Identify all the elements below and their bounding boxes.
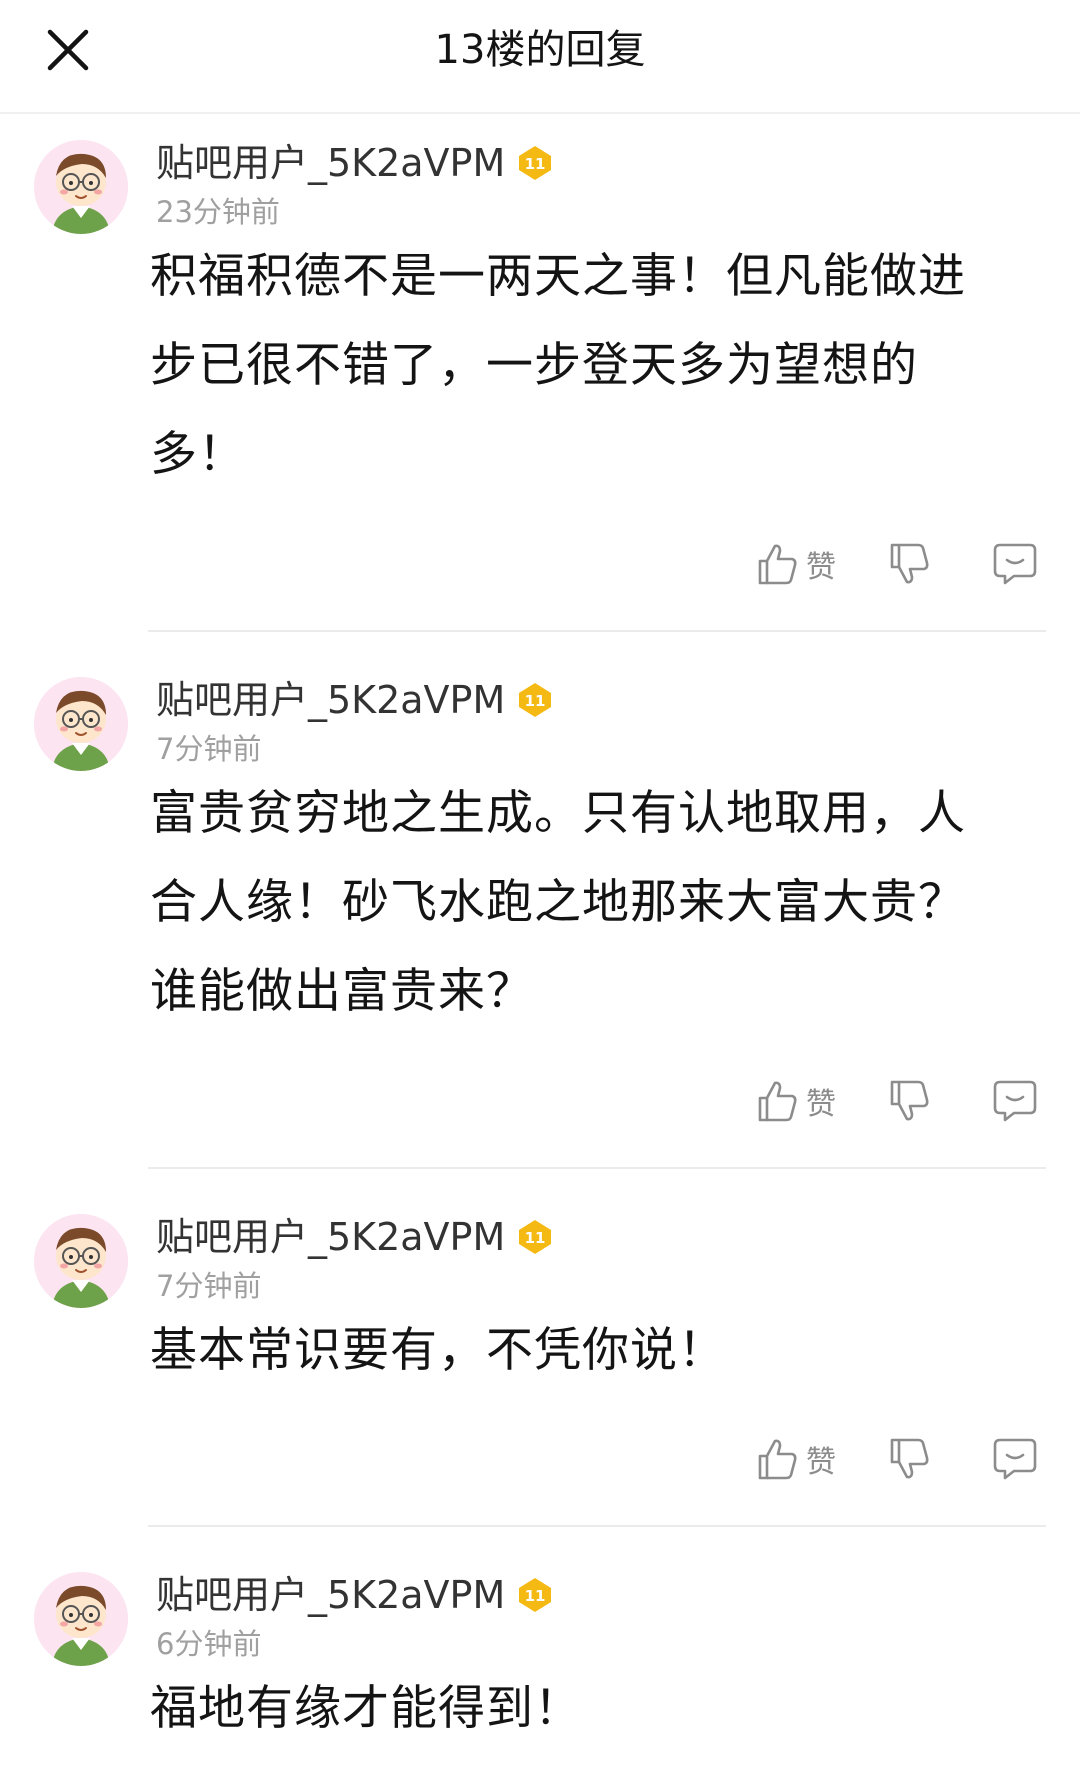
reply-item: 贴吧用户_5K2aVPM 11 6分钟前 福地有缘才能得到！	[0, 1527, 1080, 1780]
post-time: 7分钟前	[156, 1269, 262, 1303]
thumbs-down-icon	[890, 1438, 929, 1479]
avatar-cartoon-icon	[34, 1214, 128, 1308]
reply-button[interactable]	[992, 1436, 1038, 1482]
reply-content: 福地有缘才能得到！	[150, 1664, 1030, 1753]
comment-bubble-icon	[993, 1438, 1037, 1480]
reply-item: 贴吧用户_5K2aVPM 11 7分钟前 基本常识要有，不凭你说！ 赞	[0, 1169, 1080, 1527]
thumbs-up-icon	[758, 544, 797, 585]
post-time: 6分钟前	[156, 1627, 262, 1661]
content-line: 步已很不错了，一步登天多为望想的	[150, 338, 918, 393]
reply-button[interactable]	[992, 1078, 1038, 1124]
content-line: 基本常识要有，不凭你说！	[150, 1323, 726, 1378]
dislike-button[interactable]	[888, 1436, 932, 1482]
thumbs-down-icon	[890, 543, 929, 584]
username[interactable]: 贴吧用户_5K2aVPM	[156, 1212, 505, 1262]
avatar-cartoon-icon	[34, 677, 128, 771]
like-button[interactable]: 赞	[756, 1436, 836, 1482]
like-label: 赞	[806, 1445, 836, 1480]
thumbs-up-icon	[758, 1081, 797, 1122]
user-info: 贴吧用户_5K2aVPM 11	[156, 1570, 555, 1620]
level-badge-icon: 11	[519, 1578, 552, 1612]
like-button[interactable]: 赞	[756, 1078, 836, 1124]
reply-actions: 赞	[756, 1073, 1038, 1129]
content-line: 福地有缘才能得到！	[150, 1681, 582, 1736]
username[interactable]: 贴吧用户_5K2aVPM	[156, 1570, 505, 1620]
content-line: 合人缘！砂飞水跑之地那来大富大贵？	[150, 875, 966, 930]
username[interactable]: 贴吧用户_5K2aVPM	[156, 138, 505, 188]
level-badge-icon: 11	[519, 146, 552, 180]
avatar[interactable]	[34, 677, 128, 771]
like-button[interactable]: 赞	[756, 541, 836, 587]
reply-actions: 赞	[756, 536, 1038, 592]
content-line: 多！	[150, 427, 246, 482]
user-info: 贴吧用户_5K2aVPM 11	[156, 138, 555, 188]
thumbs-down-icon	[890, 1080, 929, 1121]
comment-bubble-icon	[993, 543, 1037, 585]
avatar-cartoon-icon	[34, 1572, 128, 1666]
avatar[interactable]	[34, 1572, 128, 1666]
svg-text:11: 11	[525, 155, 546, 173]
reply-item: 贴吧用户_5K2aVPM 11 23分钟前 积福积德不是一两天之事！但凡能做进 …	[0, 114, 1080, 632]
dislike-button[interactable]	[888, 541, 932, 587]
reply-actions: 赞	[756, 1431, 1038, 1487]
user-info: 贴吧用户_5K2aVPM 11	[156, 675, 555, 725]
content-line: 谁能做出富贵来？	[150, 964, 534, 1019]
reply-list: 贴吧用户_5K2aVPM 11 23分钟前 积福积德不是一两天之事！但凡能做进 …	[0, 114, 1080, 1780]
top-bar: 13楼的回复	[0, 0, 1080, 114]
reply-item: 贴吧用户_5K2aVPM 11 7分钟前 富贵贫穷地之生成。只有认地取用，人 合…	[0, 632, 1080, 1169]
dislike-button[interactable]	[888, 1078, 932, 1124]
svg-text:11: 11	[525, 692, 546, 710]
reply-content: 积福积德不是一两天之事！但凡能做进 步已很不错了，一步登天多为望想的 多！	[150, 232, 1030, 499]
thumbs-up-icon	[758, 1439, 797, 1480]
avatar[interactable]	[34, 1214, 128, 1308]
like-label: 赞	[806, 1087, 836, 1122]
avatar[interactable]	[34, 140, 128, 234]
user-info: 贴吧用户_5K2aVPM 11	[156, 1212, 555, 1262]
level-badge-icon: 11	[519, 683, 552, 717]
username[interactable]: 贴吧用户_5K2aVPM	[156, 675, 505, 725]
comment-bubble-icon	[993, 1080, 1037, 1122]
reply-button[interactable]	[992, 541, 1038, 587]
reply-content: 富贵贫穷地之生成。只有认地取用，人 合人缘！砂飞水跑之地那来大富大贵？ 谁能做出…	[150, 769, 1030, 1036]
like-label: 赞	[806, 550, 836, 585]
level-badge-icon: 11	[519, 1220, 552, 1254]
reply-content: 基本常识要有，不凭你说！	[150, 1306, 1030, 1395]
svg-text:11: 11	[525, 1587, 546, 1605]
svg-text:11: 11	[525, 1229, 546, 1247]
content-line: 富贵贫穷地之生成。只有认地取用，人	[150, 786, 966, 841]
post-time: 23分钟前	[156, 195, 280, 229]
page-title: 13楼的回复	[434, 27, 646, 73]
content-line: 积福积德不是一两天之事！但凡能做进	[150, 249, 966, 304]
post-time: 7分钟前	[156, 732, 262, 766]
avatar-cartoon-icon	[34, 140, 128, 234]
